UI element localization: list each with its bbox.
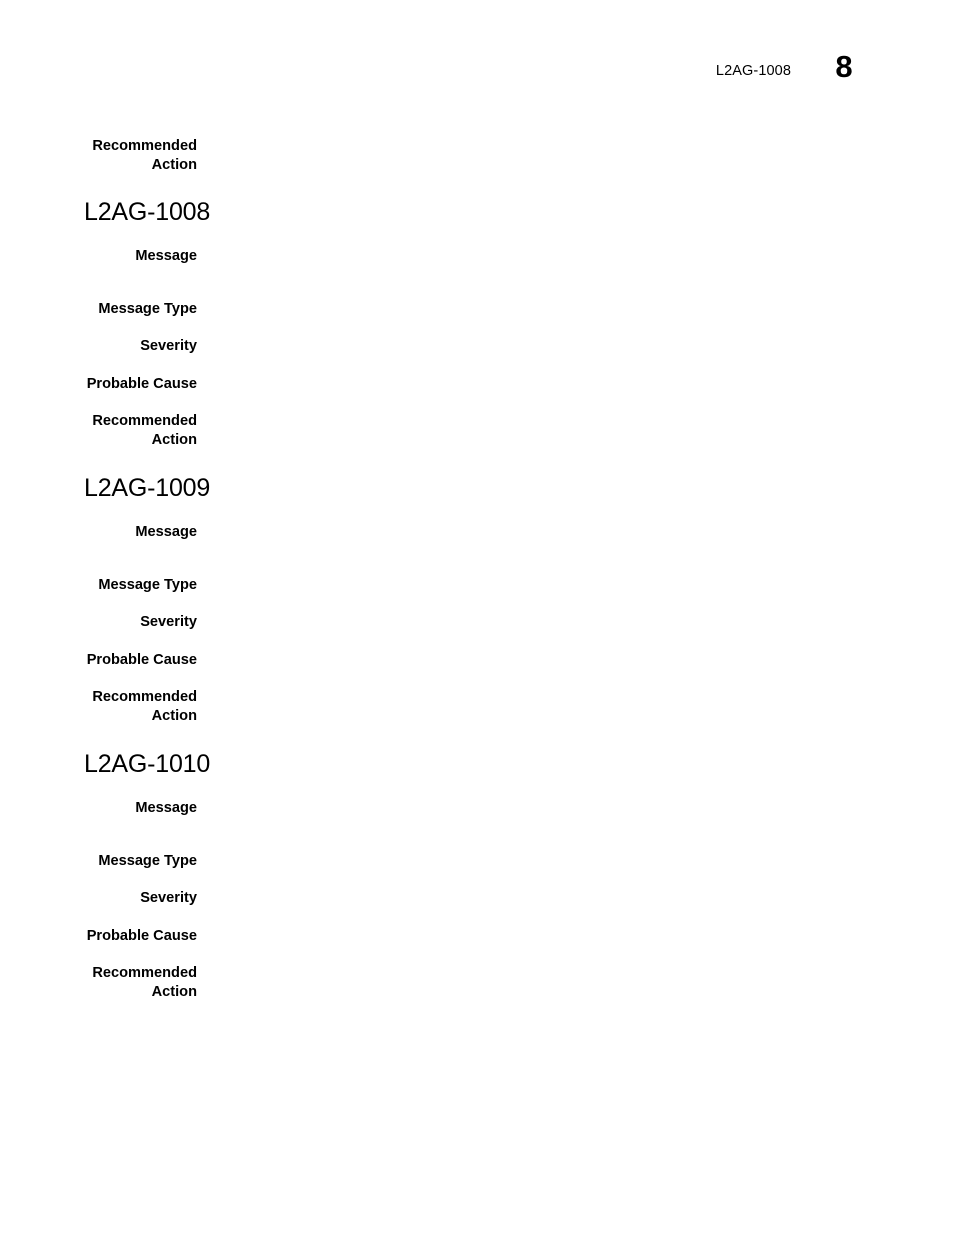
field-value-l2ag-1009-recommended-action bbox=[216, 688, 896, 689]
field-label-l2ag-1009-probable-cause: Probable Cause bbox=[86, 652, 197, 668]
field-value-l2ag-1009-severity bbox=[216, 613, 896, 614]
field-label-l2ag-1008-probable-cause: Probable Cause bbox=[86, 376, 197, 392]
field-value-l2ag-1008-message-type bbox=[216, 300, 896, 301]
field-label-l2ag-1010-recommended-action: Recommended Action bbox=[92, 965, 197, 1000]
section-heading-l2ag-1008: L2AG-1008 bbox=[84, 198, 211, 226]
field-value-l2ag-1008-message bbox=[216, 247, 896, 248]
field-label-l2ag-1009-severity: Severity bbox=[140, 614, 197, 630]
field-value-l2ag-1010-message bbox=[216, 799, 896, 800]
field-value-l2ag-1008-severity bbox=[216, 337, 896, 338]
running-header: L2AG-1008 8 bbox=[0, 51, 954, 101]
document-page: L2AG-1008 8 Recommended Action L2AG-1008 M… bbox=[0, 0, 954, 1235]
field-value-l2ag-1008-recommended-action bbox=[216, 412, 896, 413]
field-label-l2ag-1010-message: Message bbox=[135, 800, 197, 816]
field-value-l2ag-1010-probable-cause bbox=[216, 927, 896, 928]
field-label-l2ag-1009-recommended-action: Recommended Action bbox=[92, 689, 197, 724]
field-label-l2ag-1008-recommended-action: Recommended Action bbox=[92, 413, 197, 448]
header-reference-text: L2AG-1008 bbox=[715, 63, 791, 79]
field-value-l2ag-1009-probable-cause bbox=[216, 651, 896, 652]
field-label-l2ag-1010-message-type: Message Type bbox=[98, 853, 197, 869]
field-label-l2ag-1010-probable-cause: Probable Cause bbox=[86, 928, 197, 944]
field-label-l2ag-1009-message-type: Message Type bbox=[98, 577, 197, 593]
page-number: 8 bbox=[835, 49, 853, 84]
field-value-l2ag-1008-probable-cause bbox=[216, 375, 896, 376]
field-label-l2ag-1009-message: Message bbox=[135, 524, 197, 540]
section-heading-l2ag-1010: L2AG-1010 bbox=[84, 750, 211, 778]
field-label-recommended-action-continued: Recommended Action bbox=[92, 138, 197, 173]
field-value-l2ag-1010-severity bbox=[216, 889, 896, 890]
field-value-l2ag-1009-message bbox=[216, 523, 896, 524]
field-label-l2ag-1008-severity: Severity bbox=[140, 338, 197, 354]
field-label-l2ag-1008-message-type: Message Type bbox=[98, 301, 197, 317]
field-value-l2ag-1010-message-type bbox=[216, 852, 896, 853]
field-value-l2ag-1010-recommended-action bbox=[216, 964, 896, 965]
field-label-l2ag-1010-severity: Severity bbox=[140, 890, 197, 906]
field-value-recommended-action-continued bbox=[216, 137, 896, 138]
field-label-l2ag-1008-message: Message bbox=[135, 248, 197, 264]
section-heading-l2ag-1009: L2AG-1009 bbox=[84, 474, 211, 502]
field-value-l2ag-1009-message-type bbox=[216, 576, 896, 577]
